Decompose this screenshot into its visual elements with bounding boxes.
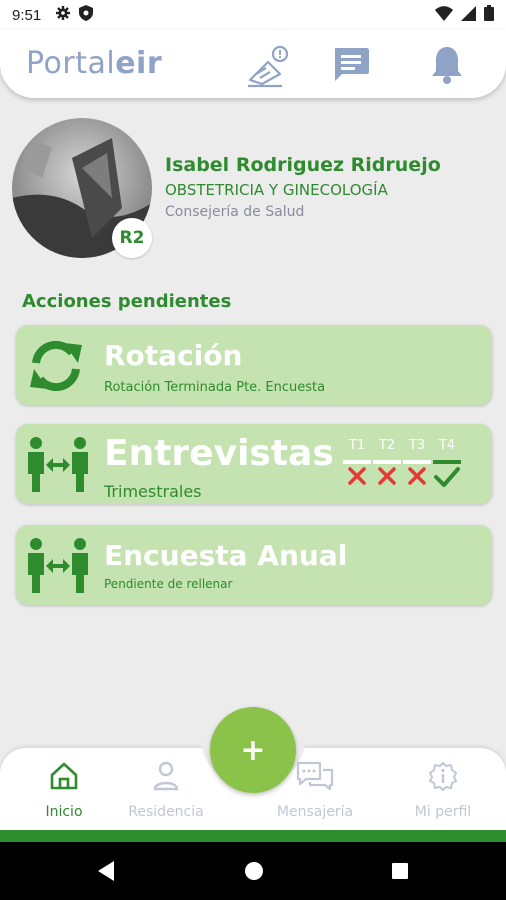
home-circle-icon[interactable] bbox=[244, 860, 264, 886]
user-specialty: OBSTETRICIA Y GINECOLOGÍA bbox=[165, 181, 388, 199]
quarter-t4: T4 bbox=[433, 438, 461, 488]
nav-label: Residencia bbox=[128, 804, 204, 820]
bottom-accent-strip bbox=[0, 830, 506, 842]
announcement-icon[interactable]: ! bbox=[246, 44, 292, 92]
messages-icon[interactable] bbox=[332, 46, 370, 86]
signal-icon bbox=[461, 5, 476, 25]
nav-item-mi-perfil[interactable]: Mi perfil bbox=[383, 758, 503, 820]
people-exchange-icon bbox=[26, 537, 88, 595]
card-subtitle: Pendiente de rellenar bbox=[104, 577, 233, 591]
nav-label: Mensajería bbox=[276, 804, 354, 820]
card-subtitle: Trimestrales bbox=[104, 482, 202, 501]
quarter-t3: T3 bbox=[403, 438, 431, 486]
shield-icon bbox=[79, 5, 94, 25]
cross-icon bbox=[343, 466, 371, 486]
sync-icon bbox=[26, 337, 86, 395]
card-title: Rotación bbox=[104, 339, 243, 372]
resident-level-badge: R2 bbox=[112, 218, 152, 258]
settings-gear-icon bbox=[55, 5, 71, 25]
recents-icon[interactable] bbox=[390, 860, 410, 886]
info-gear-icon bbox=[383, 758, 503, 794]
svg-text:!: ! bbox=[277, 48, 282, 61]
section-title: Acciones pendientes bbox=[22, 291, 232, 312]
app-header: Portaleir ! bbox=[0, 30, 506, 98]
nav-label: Mi perfil bbox=[414, 804, 472, 820]
people-exchange-icon bbox=[26, 436, 88, 494]
nav-item-residencia[interactable]: Residencia bbox=[106, 758, 226, 820]
quarter-t1: T1 bbox=[343, 438, 371, 486]
user-name: Isabel Rodriguez Ridruejo bbox=[165, 154, 441, 176]
back-icon[interactable] bbox=[96, 860, 116, 886]
card-title: Entrevistas bbox=[104, 433, 334, 474]
person-icon bbox=[106, 758, 226, 794]
system-navigation-bar bbox=[0, 842, 506, 900]
check-icon bbox=[433, 466, 461, 488]
user-organization: Consejería de Salud bbox=[165, 204, 305, 220]
card-entrevistas[interactable]: Entrevistas Trimestrales T1 T2 T3 T4 bbox=[16, 424, 492, 504]
cross-icon bbox=[403, 466, 431, 486]
card-encuesta-anual[interactable]: Encuesta Anual Pendiente de rellenar bbox=[16, 525, 492, 605]
status-bar: 9:51 bbox=[0, 0, 506, 30]
quarter-t2: T2 bbox=[373, 438, 401, 486]
card-rotacion[interactable]: Rotación Rotación Terminada Pte. Encuest… bbox=[16, 325, 492, 405]
status-time: 9:51 bbox=[12, 6, 42, 24]
cross-icon bbox=[373, 466, 401, 486]
notifications-bell-icon[interactable] bbox=[430, 44, 464, 88]
battery-icon bbox=[484, 5, 494, 25]
quarter-status: T1 T2 T3 T4 bbox=[341, 438, 466, 494]
card-subtitle: Rotación Terminada Pte. Encuesta bbox=[104, 380, 326, 395]
wifi-icon bbox=[435, 5, 453, 25]
nav-item-mensajeria[interactable]: Mensajería bbox=[255, 758, 375, 820]
chat-icon bbox=[255, 758, 375, 794]
card-title: Encuesta Anual bbox=[104, 539, 348, 572]
app-logo: Portaleir bbox=[26, 46, 163, 81]
